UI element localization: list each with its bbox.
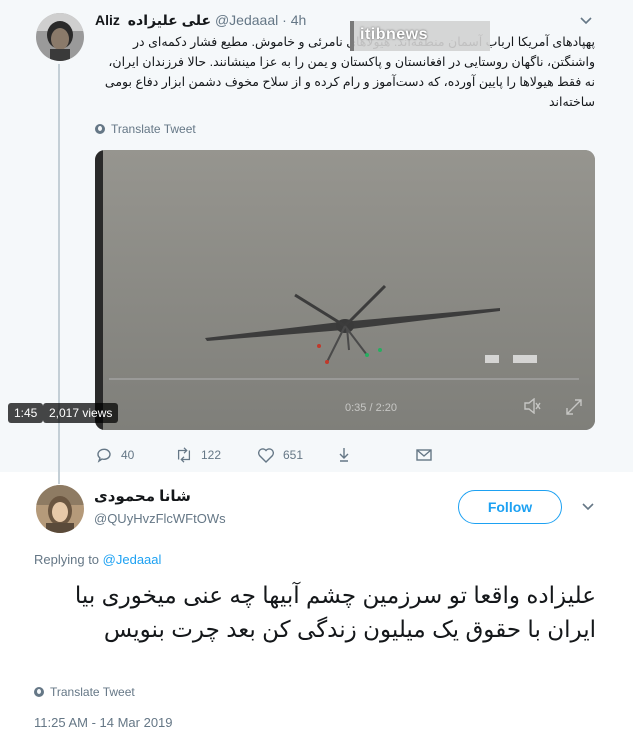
user-handle[interactable]: @Jedaaal <box>215 12 278 28</box>
translate-tweet-link[interactable]: Translate Tweet <box>34 685 135 699</box>
retweet-action[interactable]: 122 <box>175 446 221 464</box>
replying-to-link[interactable]: @Jedaaal <box>103 552 162 567</box>
follow-button[interactable]: Follow <box>458 490 562 524</box>
tweet-time[interactable]: 4h <box>291 12 307 28</box>
tweet-header: Aliz علی علیزاده @Jedaaal · 4h <box>95 12 306 29</box>
share-action[interactable] <box>335 446 353 464</box>
separator-dot: · <box>282 12 287 28</box>
view-count-badge: 2,017 views <box>43 403 119 423</box>
reply-user-handle[interactable]: @QUyHvzFlcWFtOWs <box>94 511 226 526</box>
download-arrow-icon <box>339 448 349 462</box>
parent-tweet[interactable]: Aliz علی علیزاده @Jedaaal · 4h پهپادهای … <box>0 0 633 484</box>
tweet-text: پهپادهای آمریکا ارباب آسمان منطقه‌اند. ه… <box>104 35 595 109</box>
chevron-down-icon[interactable] <box>582 498 594 514</box>
tweet-actions: 40 122 651 <box>95 446 555 466</box>
display-name[interactable]: Aliz <box>95 12 120 28</box>
player-time: 0:35 / 2:20 <box>345 402 397 414</box>
replying-prefix: Replying to <box>34 552 100 567</box>
globe-icon <box>34 687 44 697</box>
fullscreen-icon[interactable] <box>565 398 583 420</box>
video-player[interactable] <box>95 150 595 430</box>
retweet-icon <box>177 447 191 463</box>
video-frame-drone <box>95 150 595 430</box>
like-count: 651 <box>283 448 304 462</box>
reply-avatar[interactable] <box>36 485 84 533</box>
like-action[interactable]: 651 <box>257 446 303 464</box>
direct-message-action[interactable] <box>415 446 433 464</box>
translate-label: Translate Tweet <box>111 122 196 136</box>
reply-tweet-text: علیزاده واقعا تو سرزمین چشم آبیها چه عنی… <box>74 582 596 642</box>
avatar-image <box>36 13 84 61</box>
reply-count: 40 <box>121 448 135 462</box>
retweet-count: 122 <box>201 448 222 462</box>
translate-tweet-link[interactable]: Translate Tweet <box>95 122 196 136</box>
avatar[interactable] <box>36 13 84 61</box>
translate-label: Translate Tweet <box>50 685 135 699</box>
replying-to: Replying to @Jedaaal <box>34 552 161 567</box>
chevron-down-icon[interactable] <box>580 12 592 28</box>
avatar-image <box>36 485 84 533</box>
display-name-rtl[interactable]: علی علیزاده <box>128 12 211 28</box>
reply-display-name[interactable]: شانا محمودی <box>94 487 191 505</box>
watermark-text: itibnews <box>360 26 429 43</box>
volume-mute-icon[interactable] <box>523 397 541 418</box>
heart-icon <box>257 448 275 463</box>
reply-action[interactable]: 40 <box>95 446 134 464</box>
globe-icon <box>95 124 105 134</box>
tweet-timestamp[interactable]: 11:25 AM - 14 Mar 2019 <box>34 715 173 730</box>
video-duration-badge: 1:45 <box>8 403 44 423</box>
reply-icon <box>97 448 111 463</box>
envelope-icon <box>416 449 432 461</box>
